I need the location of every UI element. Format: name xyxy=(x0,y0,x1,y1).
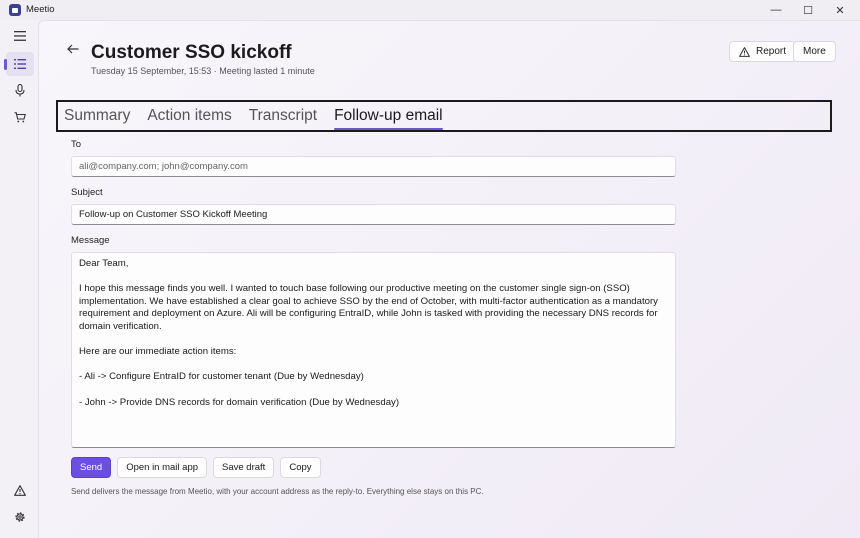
subject-label: Subject xyxy=(71,187,103,198)
hamburger-icon xyxy=(14,31,26,41)
page-title: Customer SSO kickoff xyxy=(91,42,292,63)
close-button[interactable]: ✕ xyxy=(824,0,856,20)
nav-store[interactable] xyxy=(6,105,34,129)
message-paragraph: Here are our immediate action items: xyxy=(79,346,237,358)
nav-record[interactable] xyxy=(6,78,34,102)
report-label: Report xyxy=(756,46,787,57)
message-paragraph: Dear Team, xyxy=(79,258,129,269)
subject-field[interactable]: Follow-up on Customer SSO Kickoff Meetin… xyxy=(71,204,676,225)
report-button[interactable]: Report xyxy=(729,41,797,62)
gear-icon xyxy=(15,512,25,522)
subject-value: Follow-up on Customer SSO Kickoff Meetin… xyxy=(79,209,268,220)
nav-settings[interactable] xyxy=(6,505,34,529)
nav-feedback[interactable] xyxy=(6,478,34,502)
warning-icon xyxy=(739,46,750,57)
message-paragraph: I hope this message finds you well. I wa… xyxy=(79,283,658,332)
microphone-icon xyxy=(15,83,25,96)
message-paragraph: - John -> Provide DNS records for domain… xyxy=(79,396,400,408)
tab-summary[interactable]: Summary xyxy=(64,102,130,130)
tab-transcript[interactable]: Transcript xyxy=(249,102,317,130)
tab-bar: Summary Action items Transcript Follow-u… xyxy=(56,100,832,132)
more-label: More xyxy=(803,46,826,57)
message-field[interactable]: Dear Team, I hope this message finds you… xyxy=(71,252,676,448)
send-button[interactable]: Send xyxy=(71,457,112,478)
to-placeholder: ali@company.com; john@company.com xyxy=(79,161,248,172)
app-title: Meetio xyxy=(26,4,55,15)
message-paragraph: - Ali -> Configure EntraID for customer … xyxy=(79,371,364,383)
maximize-button[interactable]: ☐ xyxy=(792,0,824,20)
tab-follow-up-email[interactable]: Follow-up email xyxy=(334,102,443,130)
action-bar: Send Open in mail app Save draft Copy xyxy=(71,457,321,478)
back-button[interactable] xyxy=(65,41,81,57)
minimize-button[interactable]: — xyxy=(760,0,792,20)
open-in-mail-app-button[interactable]: Open in mail app xyxy=(117,457,208,478)
main-content: Customer SSO kickoff Tuesday 15 Septembe… xyxy=(38,20,860,538)
nav-meetings[interactable] xyxy=(4,52,34,76)
navigation-rail xyxy=(0,20,38,538)
list-icon xyxy=(14,59,26,69)
cart-icon xyxy=(14,111,26,122)
save-draft-button[interactable]: Save draft xyxy=(213,457,275,478)
message-label: Message xyxy=(71,235,110,246)
copy-button[interactable]: Copy xyxy=(280,457,321,478)
title-bar: Meetio — ☐ ✕ xyxy=(0,0,860,20)
meeting-info: Tuesday 15 September, 15:53 · Meeting la… xyxy=(91,66,315,76)
more-button[interactable]: More xyxy=(793,41,836,62)
arrow-left-icon xyxy=(67,44,79,54)
tab-action-items[interactable]: Action items xyxy=(147,102,231,130)
to-field[interactable]: ali@company.com; john@company.com xyxy=(71,156,676,177)
warning-icon xyxy=(14,484,26,496)
app-logo-icon xyxy=(9,4,21,16)
send-info-note: Send delivers the message from Meetio, w… xyxy=(71,487,484,496)
to-label: To xyxy=(71,139,82,150)
hamburger-menu-button[interactable] xyxy=(6,24,34,48)
